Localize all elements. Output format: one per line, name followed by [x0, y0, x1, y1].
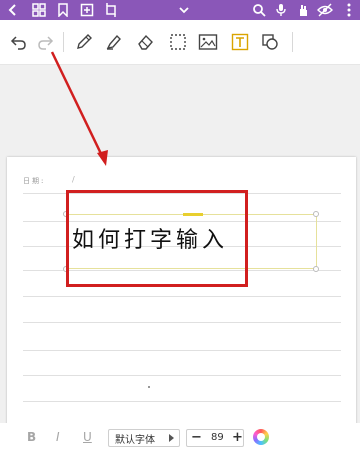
bold-button[interactable]: B	[27, 430, 36, 444]
annotation-arrow	[50, 51, 108, 166]
font-family-value: 默认字体	[115, 434, 155, 446]
decrease-size-button[interactable]: −	[191, 430, 202, 445]
font-size-stepper[interactable]: − 89 +	[186, 429, 244, 447]
italic-button[interactable]: I	[56, 430, 60, 444]
text-format-bar: B I U 默认字体 − 89 +	[0, 423, 360, 455]
font-size-value: 89	[211, 432, 224, 443]
increase-size-button[interactable]: +	[232, 430, 243, 445]
font-family-select[interactable]: 默认字体	[108, 429, 180, 447]
color-picker-icon[interactable]	[253, 429, 269, 445]
caret-right-icon	[169, 434, 174, 442]
underline-button[interactable]: U	[83, 430, 92, 444]
